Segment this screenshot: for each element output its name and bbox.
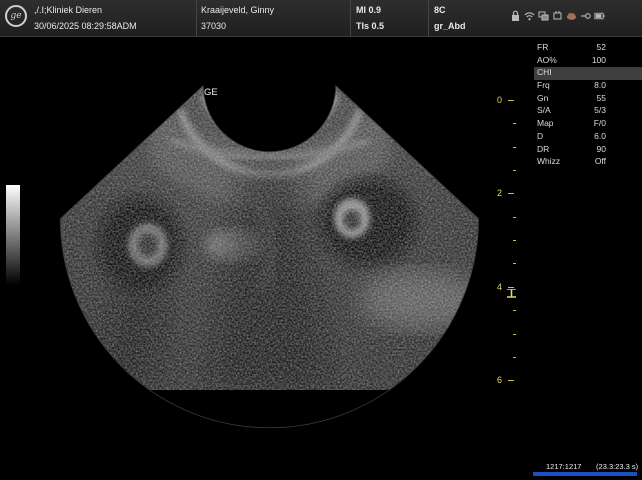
param-row-chi[interactable]: CHI [534, 67, 642, 81]
cine-progress-bar[interactable] [533, 472, 637, 476]
depth-major-tick [508, 193, 514, 195]
depth-major-tick [508, 100, 514, 101]
param-row-d: D 6.0 [537, 130, 606, 141]
depth-label-2: 2 [497, 188, 503, 198]
param-row-map: Map F/0 [537, 118, 606, 129]
focus-marker-icon[interactable] [507, 289, 516, 298]
param-row-sa: S/A 5/3 [537, 105, 606, 116]
cine-frame-counter: 1217:1217 (23.3:23.3 s) [546, 462, 639, 471]
depth-major-tick [508, 380, 514, 382]
param-row-frq: Frq 8.0 [537, 80, 606, 91]
param-row-ao: AO% 100 [537, 54, 606, 65]
depth-tick [513, 263, 516, 265]
depth-tick [513, 333, 516, 335]
depth-tick [513, 240, 516, 242]
orientation-marker: GE [204, 87, 218, 98]
depth-tick [513, 123, 516, 125]
parameter-panel: FR 52 AO% 100 CHI Frq 8.0 Gn 55 S/A 5/3 Map F/… [534, 42, 642, 169]
sector-scan [60, 85, 479, 390]
depth-label-4: 4 [497, 282, 503, 292]
depth-label-0: 0 [497, 95, 503, 105]
grayscale-bar [6, 185, 20, 285]
depth-tick [513, 356, 516, 358]
depth-tick [513, 170, 516, 172]
param-row-gn: Gn 55 [537, 92, 606, 103]
param-row-fr: FR 52 [537, 42, 606, 52]
depth-tick [513, 146, 516, 148]
param-row-dr: DR 90 [537, 143, 606, 154]
depth-tick [513, 310, 516, 312]
param-row-whizz: Whizz Off [537, 156, 606, 167]
depth-label-6: 6 [497, 375, 503, 385]
depth-tick [513, 216, 516, 218]
depth-major-tick [508, 286, 514, 288]
